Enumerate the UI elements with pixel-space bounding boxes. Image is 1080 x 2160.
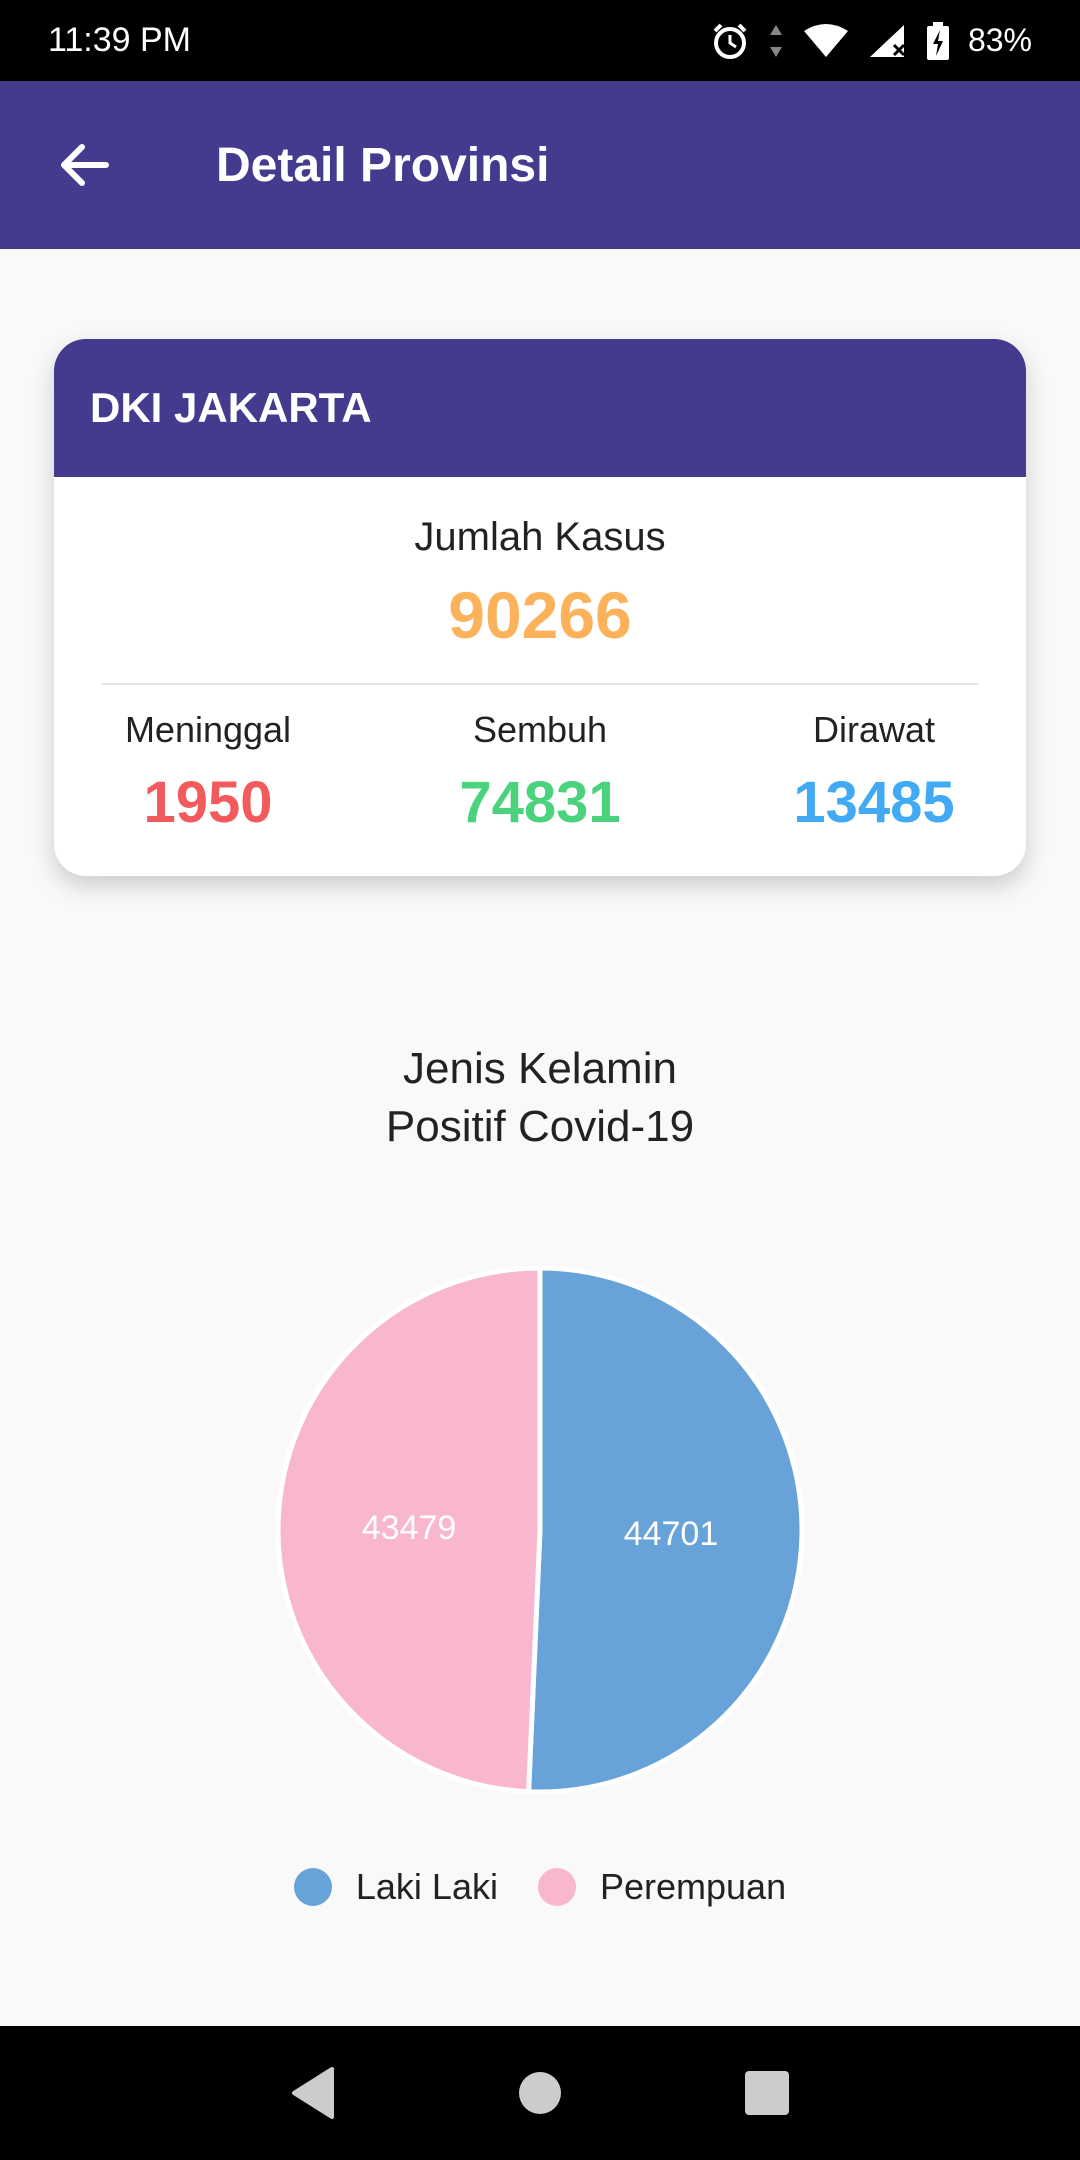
pie-label-0: 44701 xyxy=(624,1515,719,1553)
legend-label-male: Laki Laki xyxy=(355,1866,498,1907)
pie-chart: 44701 43479 xyxy=(275,1265,805,1795)
nav-back-button[interactable] xyxy=(273,2053,353,2133)
nav-recents-button[interactable] xyxy=(727,2053,807,2133)
chart-legend: Laki Laki Perempuan xyxy=(0,1866,1080,1908)
legend-item-female: Perempuan xyxy=(537,1866,787,1908)
nav-recents-icon xyxy=(744,2071,789,2115)
pie-label-1: 43479 xyxy=(362,1509,457,1547)
nav-home-button[interactable] xyxy=(500,2053,580,2133)
legend-label-female: Perempuan xyxy=(599,1866,787,1907)
nav-back-icon xyxy=(292,2067,335,2119)
legend-swatch-male xyxy=(293,1868,332,1906)
legend-item-male: Laki Laki xyxy=(293,1866,498,1908)
legend-swatch-female xyxy=(537,1868,576,1906)
nav-home-icon xyxy=(518,2072,561,2114)
system-nav-bar xyxy=(0,2026,1080,2160)
